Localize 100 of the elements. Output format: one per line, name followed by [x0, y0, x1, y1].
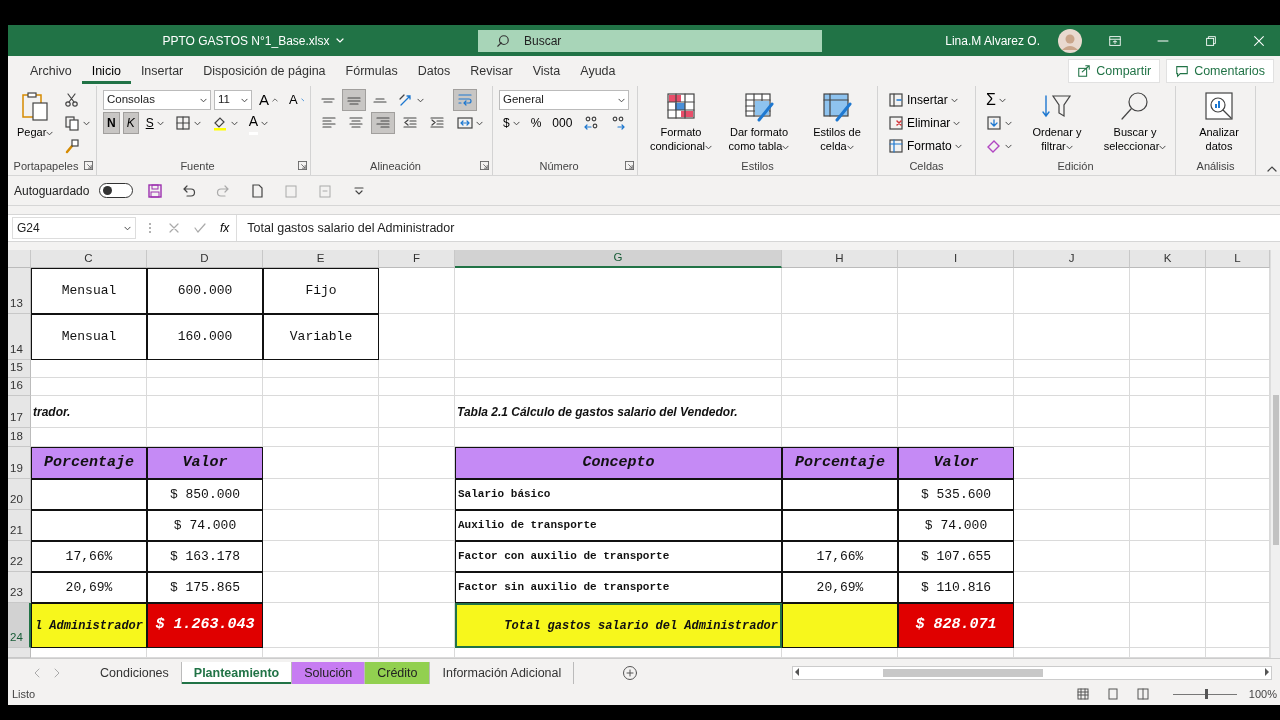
menu-tab[interactable]: Inicio: [81, 57, 131, 85]
menu-tab[interactable]: Vista: [522, 57, 571, 85]
column-header[interactable]: L: [1206, 250, 1270, 268]
horizontal-scrollbar[interactable]: [792, 665, 1272, 680]
ribbon-button[interactable]: Formato: [884, 135, 966, 157]
table-cell: $ 175.865: [147, 572, 263, 603]
scroll-right-icon[interactable]: [52, 667, 62, 678]
ribbon-button[interactable]: A: [285, 89, 304, 111]
launcher-icon[interactable]: [480, 161, 489, 170]
collapse-icon[interactable]: [1267, 166, 1277, 172]
column-header[interactable]: J: [1014, 250, 1130, 268]
column-header[interactable]: K: [1130, 250, 1206, 268]
ribbon-button[interactable]: Pegar: [14, 88, 57, 141]
share-button[interactable]: Compartir: [1068, 58, 1161, 84]
table-cell: $ 828.071: [898, 603, 1014, 648]
name-box[interactable]: G24: [12, 217, 136, 239]
row-header[interactable]: 14: [8, 314, 31, 360]
row-header[interactable]: 21: [8, 510, 31, 541]
autosave-toggle[interactable]: [99, 183, 134, 198]
row-header[interactable]: 15: [8, 360, 31, 378]
row-header[interactable]: 13: [8, 268, 31, 314]
column-header[interactable]: D: [147, 250, 263, 268]
insert-cells-icon: [888, 92, 904, 108]
align-center-icon: [348, 115, 364, 131]
insert-function-button[interactable]: fx: [216, 217, 234, 239]
ribbon-button[interactable]: A: [244, 112, 273, 134]
dropdown-field[interactable]: General: [499, 90, 629, 110]
launcher-icon[interactable]: [298, 161, 307, 170]
table-cell: $ 107.655: [898, 541, 1014, 572]
vertical-scrollbar[interactable]: [1270, 250, 1280, 658]
delete-cells-icon: [888, 115, 904, 131]
row-header[interactable]: 24: [8, 603, 31, 648]
search-field[interactable]: Buscar: [478, 29, 822, 52]
menu-tab[interactable]: Datos: [407, 57, 461, 85]
group-label: Edición: [1057, 158, 1094, 174]
row-header[interactable]: 23: [8, 572, 31, 603]
restore-icon: [1204, 33, 1218, 48]
ribbon-button[interactable]: A: [255, 89, 282, 111]
column-header[interactable]: G: [455, 250, 782, 268]
ribbon-button[interactable]: Insertar: [884, 89, 962, 111]
ribbon-button[interactable]: Eliminar: [884, 112, 965, 134]
header-cell: Porcentaje: [782, 447, 898, 479]
row-header[interactable]: 17: [8, 396, 31, 428]
menu-tab[interactable]: Disposición de página: [193, 57, 336, 85]
ribbon-button[interactable]: $: [499, 112, 524, 134]
table-cell: Total gastos salario del Administrador: [455, 603, 782, 648]
zoom-level[interactable]: 100%: [1248, 685, 1277, 703]
ribbon-button[interactable]: Estilos de celda: [800, 88, 871, 155]
table-cell: $ 1.263.043: [147, 603, 263, 648]
sheet-tab[interactable]: Información Adicional: [430, 661, 575, 684]
row-header[interactable]: 16: [8, 378, 31, 396]
table-title: trador.: [31, 396, 147, 428]
row-header[interactable]: 20: [8, 479, 31, 510]
dropdown-field[interactable]: 11: [214, 90, 252, 110]
ribbon-button[interactable]: %: [526, 112, 546, 134]
sheet-tab[interactable]: Crédito: [365, 661, 431, 684]
check-icon: [194, 222, 206, 234]
sheet-tab[interactable]: Solución: [292, 661, 366, 684]
menu-tab[interactable]: Fórmulas: [335, 57, 408, 85]
menu-tab[interactable]: Insertar: [130, 57, 194, 85]
align-top-icon: [321, 97, 335, 103]
caret-icon: [200, 97, 207, 103]
scroll-right-icon: [1263, 666, 1271, 677]
ribbon-button[interactable]: K: [122, 112, 139, 134]
close-icon: [1252, 33, 1266, 48]
ribbon-button[interactable]: Buscar y seleccionar: [1098, 88, 1169, 155]
row-header[interactable]: 22: [8, 541, 31, 572]
column-header[interactable]: E: [263, 250, 379, 268]
menu-tab[interactable]: Ayuda: [570, 57, 626, 85]
launcher-icon[interactable]: [625, 161, 634, 170]
normal-view-icon[interactable]: [1076, 688, 1089, 700]
ribbon-button[interactable]: S: [141, 112, 168, 134]
ribbon-button[interactable]: Formato condicional: [644, 88, 718, 155]
ribbon-button[interactable]: N: [103, 112, 120, 134]
sheet-tab[interactable]: Planteamiento: [181, 661, 293, 684]
ribbon-button[interactable]: Σ: [982, 89, 1010, 111]
ribbon-button[interactable]: 000: [548, 112, 577, 134]
column-header[interactable]: I: [898, 250, 1014, 268]
page-layout-icon[interactable]: [1106, 688, 1119, 700]
sheet-tab[interactable]: Condiciones: [88, 661, 182, 684]
column-header[interactable]: C: [31, 250, 147, 268]
slider-thumb[interactable]: [1204, 688, 1208, 699]
search-icon: [1119, 90, 1151, 122]
ribbon-button[interactable]: Ordenar y filtrar: [1020, 88, 1094, 155]
launcher-icon[interactable]: [84, 161, 93, 170]
scroll-left-icon[interactable]: [32, 667, 42, 678]
menu-tab[interactable]: Archivo: [20, 57, 82, 85]
formula-field[interactable]: Total gastos salario del Administrador: [236, 215, 1280, 241]
comments-button[interactable]: Comentarios: [1166, 58, 1274, 84]
add-sheet-icon[interactable]: [622, 664, 639, 681]
ribbon-button[interactable]: Dar formato como tabla: [722, 88, 796, 155]
align-bottom-icon: [373, 97, 387, 103]
menu-tab[interactable]: Revisar: [460, 57, 523, 85]
row-header[interactable]: 18: [8, 428, 31, 447]
row-header[interactable]: 19: [8, 447, 31, 479]
column-header[interactable]: F: [379, 250, 455, 268]
ribbon-button[interactable]: Analizar datos: [1182, 88, 1249, 155]
page-break-icon[interactable]: [1136, 688, 1149, 700]
dropdown-field[interactable]: Consolas: [103, 90, 211, 110]
column-header[interactable]: H: [782, 250, 898, 268]
